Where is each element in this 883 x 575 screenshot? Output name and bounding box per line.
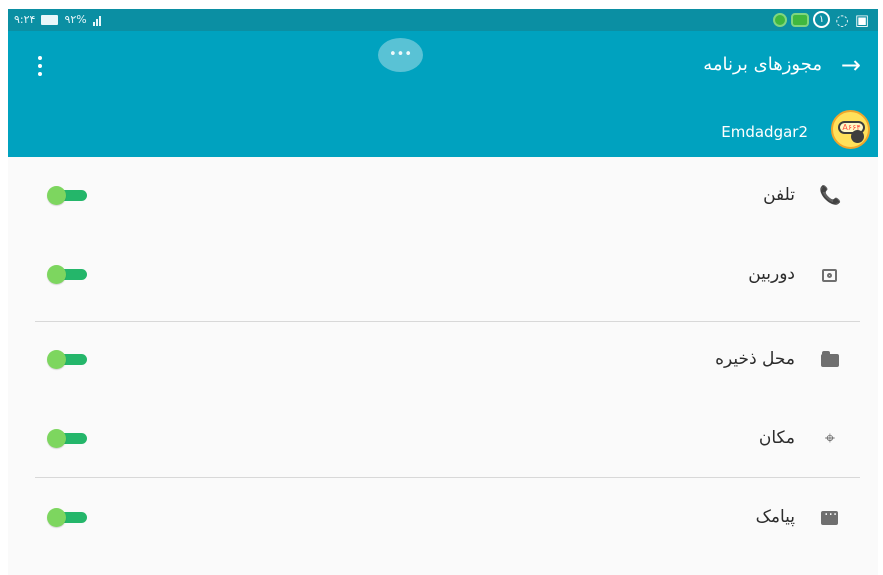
section-divider (35, 477, 860, 478)
status-time: ۹:۲۴ (14, 13, 36, 26)
camera-permission-toggle[interactable] (47, 265, 87, 284)
status-bar-left: ۹:۲۴ ۹۲% (14, 13, 107, 26)
phone-icon: 📞 (819, 185, 842, 206)
app-logo-person (851, 130, 864, 143)
phone-permission-label: تلفن (763, 185, 795, 205)
floating-menu-bubble[interactable]: ••• (378, 38, 423, 72)
permission-row-phone[interactable]: تلفن 📞 (8, 157, 878, 235)
back-arrow-icon[interactable]: → (841, 53, 861, 77)
more-options-icon[interactable] (36, 56, 44, 76)
message-icon (819, 506, 841, 529)
location-permission-toggle[interactable] (47, 429, 87, 448)
permission-row-sms[interactable]: پیامک (8, 479, 878, 557)
signal-icon (92, 14, 107, 26)
toggle-thumb (47, 508, 66, 527)
battery-percent: ۹۲% (64, 13, 87, 26)
notification-count-badge: ۱ (813, 11, 830, 28)
status-bar-right: ۱ ◌ ▣ (773, 11, 870, 28)
permissions-list: تلفن 📞 دوربین محل ذخیره مکان ⌖ پیامک ··· (8, 157, 878, 575)
android-screen: ۹:۲۴ ۹۲% ۱ ◌ ▣ ••• مجوزهای برنامه → Emda… (8, 9, 878, 575)
folder-icon (819, 349, 841, 371)
permission-row-storage[interactable]: محل ذخیره (8, 321, 878, 399)
page-title: مجوزهای برنامه (703, 54, 822, 75)
image-icon: ▣ (854, 10, 870, 29)
sms-permission-toggle[interactable] (47, 508, 87, 527)
storage-permission-toggle[interactable] (47, 350, 87, 369)
toggle-thumb (47, 186, 66, 205)
permission-row-camera[interactable]: دوربین (8, 236, 878, 314)
game-notification-icon (773, 12, 787, 27)
app-logo-icon: A۶۶۴ (831, 110, 870, 149)
app-permissions-header: ••• مجوزهای برنامه → Emdadgar2 A۶۶۴ (8, 31, 878, 157)
battery-icon (41, 14, 59, 25)
sms-notification-icon (791, 12, 809, 27)
shield-icon: ◌ (835, 10, 849, 29)
phone-permission-toggle[interactable] (47, 186, 87, 205)
toggle-thumb (47, 429, 66, 448)
storage-permission-label: محل ذخیره (715, 349, 795, 369)
app-name: Emdadgar2 (721, 123, 808, 141)
location-permission-label: مکان (758, 428, 795, 448)
permission-row-location[interactable]: مکان ⌖ (8, 400, 878, 478)
status-bar: ۹:۲۴ ۹۲% ۱ ◌ ▣ (8, 9, 878, 31)
toggle-thumb (47, 265, 66, 284)
toggle-thumb (47, 350, 66, 369)
camera-permission-label: دوربین (748, 264, 795, 284)
location-pin-icon: ⌖ (824, 428, 836, 449)
camera-icon (819, 264, 841, 286)
sms-permission-label: پیامک (755, 507, 795, 527)
